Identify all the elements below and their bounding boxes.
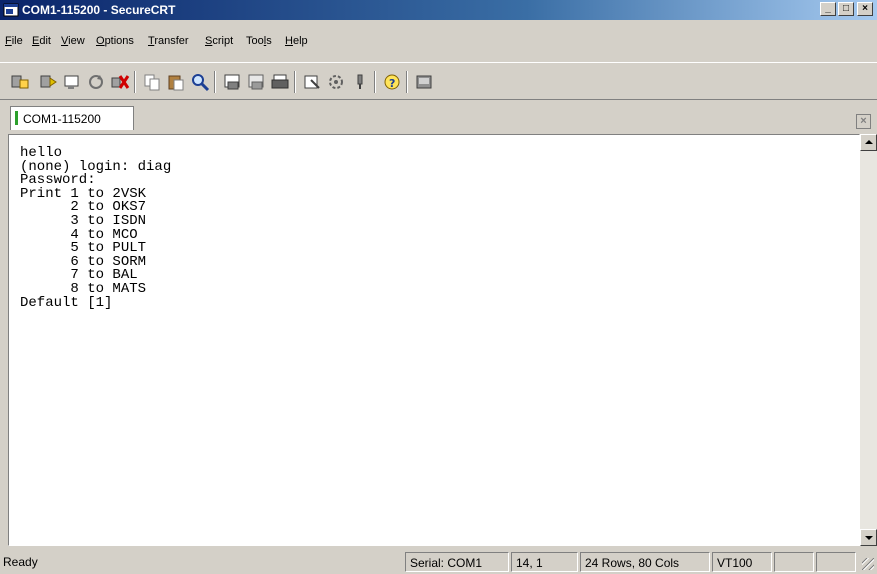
connect-icon[interactable]	[10, 72, 30, 92]
close-tab-button[interactable]: ×	[856, 114, 871, 129]
resize-grip-icon[interactable]	[862, 558, 874, 570]
tab-status-indicator	[15, 111, 18, 125]
title-bar[interactable]: COM1-115200 - SecureCRT _ □ ×	[0, 0, 877, 20]
menu-help[interactable]: Help	[285, 35, 308, 47]
scroll-up-button[interactable]	[860, 134, 877, 151]
minimize-button[interactable]: _	[820, 2, 836, 16]
menu-bar: File Edit View Options Transfer Script T…	[0, 35, 877, 56]
print-screen-icon[interactable]	[270, 72, 290, 92]
print-selection-icon[interactable]	[246, 72, 266, 92]
status-cursor-position: 14, 1	[511, 552, 578, 572]
menu-transfer[interactable]: Transfer	[148, 35, 189, 47]
securecrt-app-icon	[3, 3, 19, 17]
status-emulation: VT100	[712, 552, 772, 572]
help-icon[interactable]: ?	[382, 72, 402, 92]
toolbar-separator	[214, 71, 216, 93]
arrow-down-icon	[865, 536, 873, 540]
menu-file[interactable]: File	[5, 35, 23, 47]
window-title: COM1-115200 - SecureCRT	[22, 3, 176, 17]
terminal-screen[interactable]: hello (none) login: diag Password: Print 1 …	[8, 134, 860, 546]
svg-text:?: ?	[389, 77, 395, 90]
session-tab-strip: COM1-115200 ×	[0, 104, 877, 130]
toolbar: ?	[0, 62, 877, 100]
status-field	[774, 552, 814, 572]
terminal-line: Default [1]	[20, 294, 113, 311]
paste-icon[interactable]	[166, 72, 186, 92]
menu-edit[interactable]: Edit	[32, 35, 51, 47]
sftp-icon[interactable]	[414, 72, 434, 92]
keymap-icon[interactable]	[350, 72, 370, 92]
close-button[interactable]: ×	[857, 2, 873, 16]
connect-tab-icon[interactable]	[62, 72, 82, 92]
menu-options[interactable]: Options	[96, 35, 134, 47]
toolbar-separator	[294, 71, 296, 93]
session-options-icon[interactable]	[302, 72, 322, 92]
quick-connect-icon[interactable]	[38, 72, 58, 92]
status-bar: Ready Serial: COM1 14, 1 24 Rows, 80 Col…	[0, 550, 877, 574]
status-rows-cols: 24 Rows, 80 Cols	[580, 552, 710, 572]
reconnect-icon[interactable]	[86, 72, 106, 92]
scroll-down-button[interactable]	[860, 529, 877, 546]
copy-icon[interactable]	[142, 72, 162, 92]
maximize-button[interactable]: □	[838, 2, 854, 16]
vertical-scrollbar[interactable]	[860, 134, 877, 546]
tab-com1-115200[interactable]: COM1-115200	[10, 106, 134, 130]
global-options-icon[interactable]	[326, 72, 346, 92]
status-field	[816, 552, 856, 572]
disconnect-icon[interactable]	[110, 72, 130, 92]
find-icon[interactable]	[190, 72, 210, 92]
menu-view[interactable]: View	[61, 35, 85, 47]
toolbar-separator	[134, 71, 136, 93]
toolbar-separator	[406, 71, 408, 93]
terminal-output: hello (none) login: diag Password: Print 1 …	[20, 146, 171, 311]
toolbar-separator	[374, 71, 376, 93]
status-serial: Serial: COM1	[405, 552, 509, 572]
arrow-up-icon	[865, 140, 873, 144]
print-icon[interactable]	[222, 72, 242, 92]
menu-tools[interactable]: Tools	[246, 35, 272, 47]
tab-label: COM1-115200	[23, 112, 101, 126]
status-text: Ready	[3, 555, 38, 569]
menu-script[interactable]: Script	[205, 35, 233, 47]
